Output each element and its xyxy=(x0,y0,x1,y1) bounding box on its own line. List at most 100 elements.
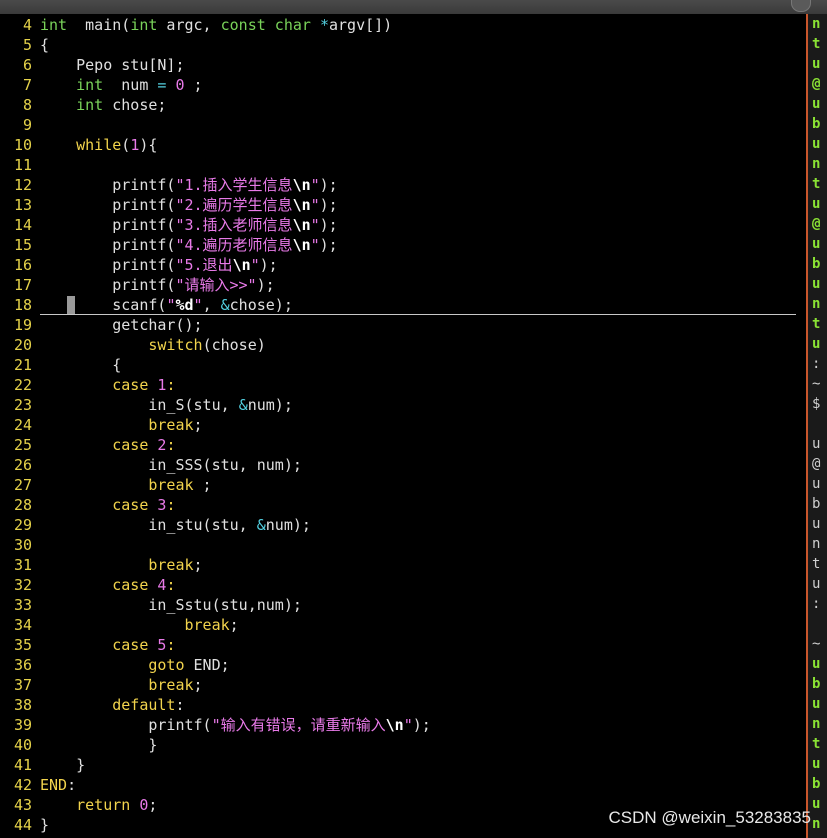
code-token: : xyxy=(166,496,176,514)
code-line[interactable]: 20 switch(chose) xyxy=(0,335,266,355)
code-line[interactable]: 8 int chose; xyxy=(0,95,166,115)
code-token: ; xyxy=(193,556,203,574)
code-token: } xyxy=(40,756,86,774)
code-line[interactable]: 18 scanf("%d", &chose); xyxy=(0,295,293,315)
code-line[interactable]: 35 case 5: xyxy=(0,635,176,655)
code-text: break; xyxy=(32,615,239,635)
code-token: : xyxy=(166,576,176,594)
side-panel-char: u xyxy=(812,656,821,672)
code-token: , xyxy=(202,296,221,314)
side-panel-char: n xyxy=(812,156,821,172)
code-line[interactable]: 25 case 2: xyxy=(0,435,176,455)
code-token: break xyxy=(148,476,194,494)
code-token: ); xyxy=(259,256,278,274)
code-line[interactable]: 7 int num = 0 ; xyxy=(0,75,203,95)
vim-editor[interactable]: 4 int main(int argc, const char *argv[]) 5… xyxy=(0,14,806,838)
code-line[interactable]: 5{ xyxy=(0,35,49,55)
line-number: 16 xyxy=(13,256,32,274)
code-line[interactable]: 37 break; xyxy=(0,675,203,695)
code-token: case xyxy=(112,436,149,454)
code-line[interactable]: 9 xyxy=(0,115,40,135)
line-number: 33 xyxy=(13,596,32,614)
code-token: : xyxy=(67,776,77,794)
line-number: 23 xyxy=(13,396,32,414)
code-text: in_Sstu(stu,num); xyxy=(32,595,302,615)
code-line[interactable]: 15 printf("4.遍历老师信息\n"); xyxy=(0,235,338,255)
code-token: "请输入>>" xyxy=(175,276,257,294)
side-panel-char: b xyxy=(812,116,821,132)
code-token: num xyxy=(103,76,158,94)
code-token: printf( xyxy=(40,716,212,734)
code-token: \n xyxy=(292,176,311,194)
code-line[interactable]: 42 END: xyxy=(0,775,76,795)
code-token: " xyxy=(310,216,320,234)
line-number: 28 xyxy=(13,496,32,514)
code-line[interactable]: 19 getchar(); xyxy=(0,315,203,335)
line-number: 39 xyxy=(13,716,32,734)
code-line[interactable]: 27 break ; xyxy=(0,475,212,495)
code-line[interactable]: 10 while(1){ xyxy=(0,135,157,155)
side-panel-char: b xyxy=(812,776,821,792)
code-text: case 2: xyxy=(32,435,175,455)
code-line[interactable]: 34 break; xyxy=(0,615,239,635)
code-line[interactable]: 6 Pepo stu[N]; xyxy=(0,55,185,75)
code-line[interactable]: 12 printf("1.插入学生信息\n"); xyxy=(0,175,338,195)
code-line[interactable]: 39 printf("输入有错误，请重新输入\n"); xyxy=(0,715,431,735)
code-line[interactable]: 31 break; xyxy=(0,555,203,575)
code-line[interactable]: 11 xyxy=(0,155,40,175)
code-token: \n xyxy=(232,256,251,274)
code-token: printf( xyxy=(40,276,176,294)
code-line[interactable]: 4 int main(int argc, const char *argv[]) xyxy=(0,15,392,35)
code-line[interactable]: 21 { xyxy=(0,355,121,375)
code-line[interactable]: 23 in_S(stu, &num); xyxy=(0,395,293,415)
code-text: } xyxy=(32,735,157,755)
code-line[interactable]: 13 printf("2.遍历学生信息\n"); xyxy=(0,195,338,215)
code-line[interactable]: 29 in_stu(stu, &num); xyxy=(0,515,311,535)
code-line[interactable]: 43 return 0; xyxy=(0,795,157,815)
code-line[interactable]: 26 in_SSS(stu, num); xyxy=(0,455,302,475)
code-token: chose); xyxy=(229,296,293,314)
code-token: 0 xyxy=(175,76,185,94)
side-panel-char: n xyxy=(812,816,821,832)
line-number: 24 xyxy=(13,416,32,434)
code-token: while xyxy=(76,136,122,154)
code-line[interactable]: 40 } xyxy=(0,735,157,755)
code-text: getchar(); xyxy=(32,315,202,335)
code-line[interactable]: 33 in_Sstu(stu,num); xyxy=(0,595,302,615)
code-token: " xyxy=(310,176,320,194)
code-line[interactable]: 41 } xyxy=(0,755,85,775)
code-token: END; xyxy=(184,656,230,674)
code-line[interactable]: 36 goto END; xyxy=(0,655,230,675)
code-line[interactable]: 16 printf("5.退出\n"); xyxy=(0,255,278,275)
code-text: while(1){ xyxy=(32,135,157,155)
code-text: { xyxy=(32,355,121,375)
code-line[interactable]: 22 case 1: xyxy=(0,375,176,395)
code-text: printf("4.遍历老师信息\n"); xyxy=(32,235,337,255)
side-panel-char: u xyxy=(812,56,821,72)
code-line[interactable]: 17 printf("请输入>>"); xyxy=(0,275,275,295)
code-token: ); xyxy=(319,176,338,194)
code-line[interactable]: 44} xyxy=(0,815,49,835)
code-token: (chose) xyxy=(202,336,266,354)
code-line[interactable]: 30 xyxy=(0,535,40,555)
code-line[interactable]: 14 printf("3.插入老师信息\n"); xyxy=(0,215,338,235)
code-token: case xyxy=(112,496,149,514)
code-line[interactable]: 24 break; xyxy=(0,415,203,435)
line-number: 37 xyxy=(13,676,32,694)
close-button[interactable] xyxy=(791,0,811,12)
side-panel-char: $ xyxy=(812,396,821,412)
code-line[interactable]: 38 default: xyxy=(0,695,185,715)
line-number: 12 xyxy=(13,176,32,194)
code-line[interactable]: 28 case 3: xyxy=(0,495,176,515)
code-line[interactable]: 32 case 4: xyxy=(0,575,176,595)
code-text: printf("3.插入老师信息\n"); xyxy=(32,215,337,235)
side-panel-char: n xyxy=(812,536,821,552)
code-token: { xyxy=(40,356,122,374)
